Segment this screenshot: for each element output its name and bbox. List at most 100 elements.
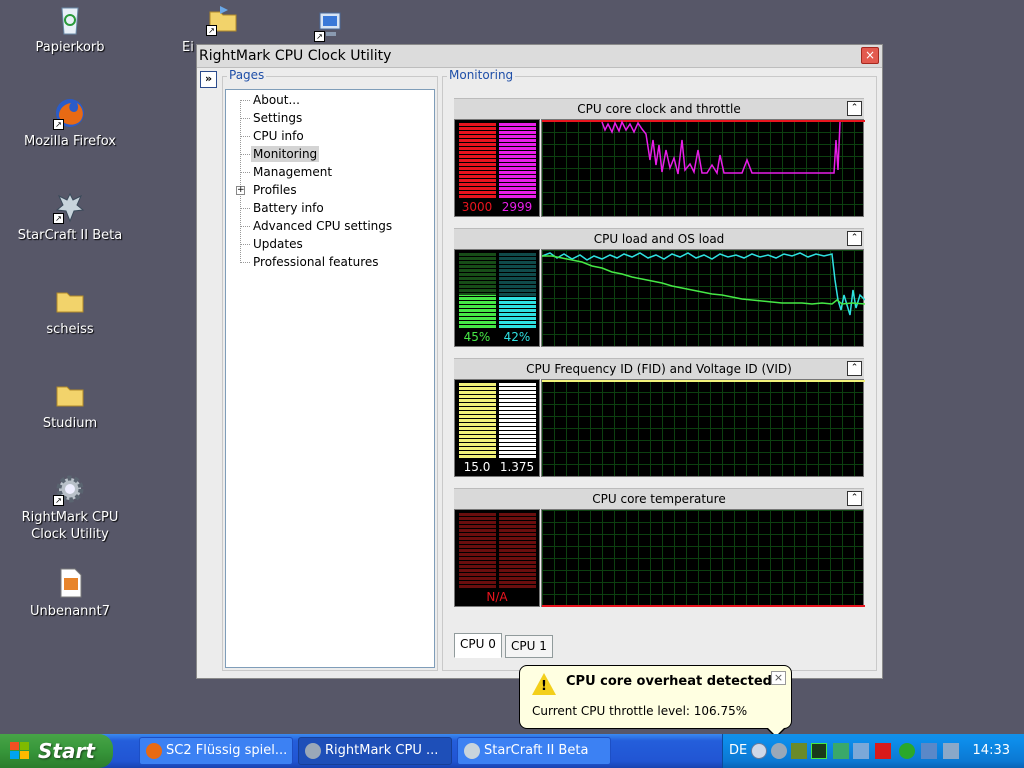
collapse-button[interactable]: ⌃ bbox=[847, 231, 862, 246]
image-file-icon bbox=[53, 566, 87, 600]
taskbar-button-label: StarCraft II Beta bbox=[484, 743, 589, 758]
taskbar-button-starcraft[interactable]: StarCraft II Beta bbox=[457, 737, 611, 765]
tree-item-updates[interactable]: Updates bbox=[251, 236, 305, 252]
panel-title-text: CPU core clock and throttle bbox=[577, 102, 741, 116]
gauges: 45% 42% bbox=[454, 249, 540, 347]
desktop-icon-firefox[interactable]: ↗ Mozilla Firefox bbox=[8, 96, 132, 150]
taskbar-button-rightmark[interactable]: RightMark CPU ... bbox=[298, 737, 452, 765]
gauge-bar bbox=[499, 123, 536, 199]
graph-fid-vid bbox=[541, 379, 865, 477]
balloon-text: Current CPU throttle level: 106.75% bbox=[532, 704, 748, 718]
network-computers-icon[interactable] bbox=[921, 743, 937, 759]
tree-line bbox=[240, 118, 250, 119]
tree-item-management[interactable]: Management bbox=[251, 164, 334, 180]
collapse-button[interactable]: ⌃ bbox=[847, 361, 862, 376]
desktop-icon-label: Studium bbox=[42, 416, 98, 431]
display-icon[interactable] bbox=[853, 743, 869, 759]
connection-icon[interactable] bbox=[943, 743, 959, 759]
ati-icon[interactable] bbox=[875, 743, 891, 759]
desktop-icon-network[interactable]: ↗ bbox=[306, 8, 356, 45]
tab-cpu-1[interactable]: CPU 1 bbox=[505, 635, 553, 658]
balloon-close-button[interactable]: × bbox=[771, 671, 786, 685]
tree-item-advanced-cpu-settings[interactable]: Advanced CPU settings bbox=[251, 218, 394, 234]
tree-line bbox=[240, 208, 250, 209]
taskbar-button-firefox[interactable]: SC2 Flüssig spiel... bbox=[139, 737, 293, 765]
desktop-icon-unbenannt7[interactable]: Unbenannt7 bbox=[8, 566, 132, 620]
desktop-icon-label: Papierkorb bbox=[35, 40, 105, 55]
tree-item-monitoring[interactable]: Monitoring bbox=[251, 146, 320, 162]
gauge-bar bbox=[499, 513, 536, 589]
language-indicator[interactable]: DE bbox=[729, 743, 747, 758]
gauge-bar bbox=[459, 513, 496, 589]
close-button[interactable]: × bbox=[861, 47, 879, 64]
desktop-icon-rightmark[interactable]: ↗ RightMark CPU Clock Utility bbox=[8, 472, 132, 543]
folder-shortcut-icon: ↗ bbox=[206, 2, 240, 36]
tree-item-battery-info[interactable]: Battery info bbox=[251, 200, 326, 216]
taskbar: Start SC2 Flüssig spiel... RightMark CPU… bbox=[0, 734, 1024, 768]
desktop-icon-studium[interactable]: Studium bbox=[8, 378, 132, 432]
pages-tree: + About... Settings CPU info Monitoring … bbox=[225, 89, 435, 668]
desktop-icon-scheiss[interactable]: scheiss bbox=[8, 284, 132, 338]
firefox-icon bbox=[146, 743, 162, 759]
graph-load bbox=[541, 249, 865, 347]
expand-profiles-button[interactable]: + bbox=[236, 186, 245, 195]
globe-icon[interactable] bbox=[899, 743, 915, 759]
gauge-value: 45% bbox=[463, 330, 491, 344]
taskbar-button-label: SC2 Flüssig spiel... bbox=[166, 743, 288, 758]
graph-line-os-load bbox=[542, 252, 865, 316]
balloon-title: CPU core overheat detected bbox=[566, 674, 772, 689]
panel-title: CPU load and OS load ⌃ bbox=[454, 228, 864, 249]
warning-mark: ! bbox=[541, 679, 547, 694]
desktop-icon-label: scheiss bbox=[46, 322, 94, 337]
network-computer-icon: ↗ bbox=[314, 8, 348, 42]
pages-group: Pages + About... Settings CPU info Monit… bbox=[222, 68, 438, 671]
gauge-bar bbox=[459, 383, 496, 459]
tree-line bbox=[240, 172, 250, 173]
gear-icon[interactable] bbox=[771, 743, 787, 759]
tree-item-professional-features[interactable]: Professional features bbox=[251, 254, 381, 270]
cpu-meter-icon[interactable] bbox=[791, 743, 807, 759]
collapse-button[interactable]: ⌃ bbox=[847, 101, 862, 116]
desktop-icon-label: RightMark CPU Clock Utility bbox=[21, 510, 119, 542]
tree-item-settings[interactable]: Settings bbox=[251, 110, 304, 126]
chevron-left-icon[interactable] bbox=[751, 743, 767, 759]
tree-line bbox=[240, 262, 250, 263]
gauge-bar bbox=[499, 253, 536, 329]
gauge-bar bbox=[459, 253, 496, 329]
window-titlebar[interactable]: RightMark CPU Clock Utility × bbox=[197, 45, 882, 68]
start-button[interactable]: Start bbox=[0, 734, 113, 768]
rightmark-window: RightMark CPU Clock Utility × » Pages + … bbox=[196, 44, 883, 679]
monitoring-legend: Monitoring bbox=[447, 68, 516, 82]
panel-title-text: CPU Frequency ID (FID) and Voltage ID (V… bbox=[526, 362, 792, 376]
graph-line-throttle bbox=[601, 120, 841, 176]
desktop-icon-label: Unbenannt7 bbox=[29, 604, 111, 619]
load-meter-icon[interactable] bbox=[811, 743, 827, 759]
tab-cpu-0[interactable]: CPU 0 bbox=[454, 633, 502, 658]
panel-title: CPU core temperature ⌃ bbox=[454, 488, 864, 509]
desktop-icon-starcraft[interactable]: ↗ StarCraft II Beta bbox=[8, 190, 132, 244]
clock[interactable]: 14:33 bbox=[973, 743, 1010, 758]
panel-temperature: CPU core temperature ⌃ N/A bbox=[454, 488, 865, 608]
recycle-bin-icon bbox=[53, 2, 87, 36]
overheat-balloon[interactable]: ! CPU core overheat detected Current CPU… bbox=[519, 665, 792, 738]
gauge-value: 15.0 bbox=[463, 460, 491, 474]
start-label: Start bbox=[38, 739, 95, 763]
tree-line bbox=[240, 244, 250, 245]
tree-line bbox=[240, 136, 250, 137]
window-title: RightMark CPU Clock Utility bbox=[199, 48, 392, 64]
toggle-pages-button[interactable]: » bbox=[200, 71, 217, 88]
tree-item-profiles[interactable]: Profiles bbox=[251, 182, 299, 198]
network-icon[interactable] bbox=[833, 743, 849, 759]
desktop-icon-recycle-bin[interactable]: Papierkorb bbox=[8, 2, 132, 56]
desktop-icon-label: Ei bbox=[182, 40, 194, 55]
tree-item-about[interactable]: About... bbox=[251, 92, 302, 108]
folder-icon bbox=[53, 284, 87, 318]
collapse-button[interactable]: ⌃ bbox=[847, 491, 862, 506]
panel-title-text: CPU load and OS load bbox=[593, 232, 725, 246]
gauge-bar bbox=[499, 383, 536, 459]
panel-title-text: CPU core temperature bbox=[592, 492, 726, 506]
desktop-icon-label: StarCraft II Beta bbox=[17, 228, 123, 243]
system-tray: DE 14:33 bbox=[722, 734, 1024, 768]
tree-item-cpu-info[interactable]: CPU info bbox=[251, 128, 306, 144]
taskbar-button-label: RightMark CPU ... bbox=[325, 743, 439, 758]
